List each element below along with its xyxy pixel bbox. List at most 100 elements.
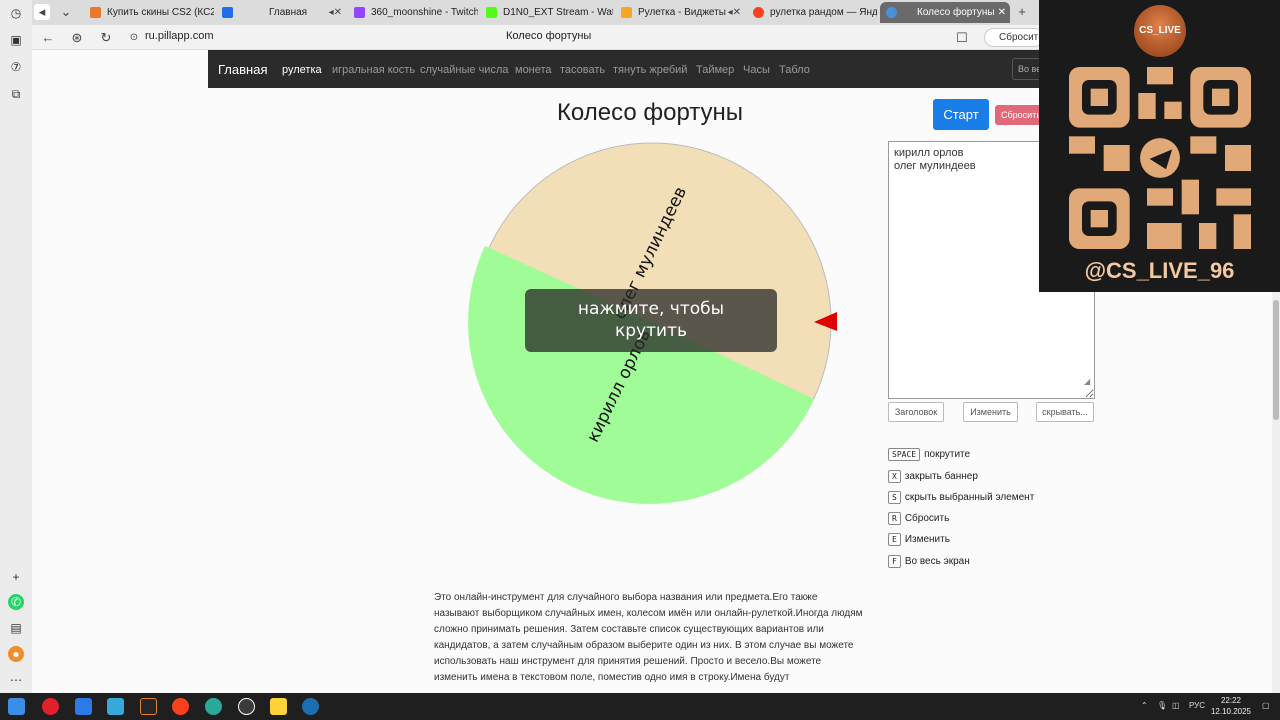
shortcut-close-banner: Xзакрыть баннер <box>888 468 978 484</box>
shortcut-fullscreen: F Во весь экран <box>888 553 970 569</box>
tray-chevron-icon[interactable]: ⌃ <box>1141 701 1148 710</box>
protect-icon[interactable]: ⊛ <box>69 30 85 46</box>
start-button[interactable]: Старт <box>933 99 989 130</box>
shortcut-label: покрутите <box>924 448 971 460</box>
mic-icon[interactable]: 🎙 <box>1157 701 1167 710</box>
shortcut-hide-item: Sскрыть выбранный элемент <box>888 489 1034 505</box>
tab-skins[interactable]: Купить скины CS2 (КС2) д <box>84 2 214 23</box>
close-icon[interactable]: ✕ <box>998 7 1006 18</box>
edit-button[interactable]: Изменить <box>963 402 1018 422</box>
nav-item-clock[interactable]: Часы <box>743 64 770 76</box>
taskbar-clock[interactable]: 22:22 12.10.2025 <box>1208 695 1254 717</box>
shortcut-label: Сбросить <box>904 512 950 524</box>
tab-sound-icon[interactable]: ◂ <box>34 4 50 20</box>
resize-handle-icon[interactable]: ◢ <box>1084 377 1090 386</box>
shortcut-space: SPACE покрутите <box>888 446 970 462</box>
spin-banner-line1: нажмите, чтобы <box>578 299 724 319</box>
shortcut-label: скрыть выбранный элемент <box>904 491 1035 503</box>
clock-date: 12.10.2025 <box>1210 707 1252 716</box>
obs-icon[interactable] <box>140 698 157 715</box>
tab-favicon <box>90 7 101 18</box>
nav-item-coin[interactable]: монета <box>515 64 552 76</box>
tab-kick-stream[interactable]: D1N0_EXT Stream - Watc <box>480 2 613 23</box>
steam-icon[interactable] <box>302 698 319 715</box>
whatsapp-icon[interactable]: ✆ <box>8 594 24 610</box>
hide-button[interactable]: скрывать... <box>1036 402 1094 422</box>
tab-favicon <box>486 7 497 18</box>
network-icon[interactable]: ◫ <box>1172 701 1180 710</box>
nav-item-draw-lots[interactable]: тянуть жребий <box>613 64 687 76</box>
tab-label: рулетка рандом — Яндек <box>770 7 877 18</box>
number-badge-icon[interactable]: ⑦ <box>8 59 24 75</box>
shortcut-key: S <box>888 490 901 504</box>
nav-item-dice[interactable]: игральная кость <box>332 64 415 76</box>
yandex-browser-icon[interactable] <box>172 698 189 715</box>
tab-strip: ◂ ⌄ Купить скины CS2 (КС2) д Главная ◂✕ … <box>32 0 1040 25</box>
nav-item-roulette[interactable]: рулетка <box>282 64 322 76</box>
scrollbar-thumb[interactable] <box>1273 300 1279 420</box>
nav-item-random-numbers[interactable]: случайные числа <box>420 64 508 76</box>
tab-favicon <box>886 7 897 18</box>
clock-time: 22:22 <box>1220 696 1242 705</box>
tab-favicon <box>621 7 632 18</box>
description-text: Это онлайн-инструмент для случайного выб… <box>434 592 863 683</box>
shortcut-label: закрыть баннер <box>904 470 978 482</box>
shortcut-label: Во весь экран <box>904 555 970 567</box>
opera-icon[interactable] <box>42 698 59 715</box>
url-field[interactable]: ru.pillapp.com <box>145 30 213 42</box>
shortcut-key: SPACE <box>888 447 921 461</box>
taskbar: ⌃ 🎙 ◫ РУС 22:22 12.10.2025 ▢ <box>0 693 1280 720</box>
header-button[interactable]: Заголовок <box>888 402 944 422</box>
reload-icon[interactable]: ↻ <box>98 30 114 46</box>
bookmark-icon[interactable]: ☐ <box>954 30 970 46</box>
shortcut-reset: R Сбросить <box>888 510 949 526</box>
add-panel-icon[interactable]: + <box>8 569 24 585</box>
tab-roulette-widgets[interactable]: Рулетка - Виджеты ◂✕ <box>615 2 745 23</box>
tab-wheel-of-fortune[interactable]: Колесо фортуны ✕ <box>880 2 1010 23</box>
shortcut-edit: E Изменить <box>888 531 950 547</box>
site-info-icon[interactable]: ⊙ <box>126 30 142 46</box>
nav-item-shuffle[interactable]: тасовать <box>560 64 605 76</box>
tab-twitch-moonshine[interactable]: 360_moonshine - Twitch <box>348 2 478 23</box>
tab-label: Колесо фортуны <box>917 7 995 18</box>
new-tab-icon[interactable]: + <box>1014 4 1030 20</box>
shortcut-key: F <box>888 554 901 568</box>
close-icon[interactable]: ◂✕ <box>728 7 741 18</box>
tab-label: Рулетка - Виджеты <box>638 7 726 18</box>
history-icon[interactable]: ◷ <box>8 5 24 21</box>
reset-pill-button[interactable]: Сбросить <box>984 28 1044 47</box>
tab-label: Купить скины CS2 (КС2) д <box>107 7 214 18</box>
kick-icon[interactable] <box>270 698 287 715</box>
channel-logo: CS_LIVE <box>1134 5 1186 57</box>
spin-banner-line2: крутить <box>615 321 687 341</box>
collections-icon[interactable]: ▣ <box>8 32 24 48</box>
tab-home[interactable]: Главная ◂✕ <box>216 2 346 23</box>
remote-desktop-icon[interactable] <box>75 698 92 715</box>
qr-code <box>1069 67 1251 249</box>
messenger-icon[interactable] <box>205 698 222 715</box>
back-icon[interactable]: ← <box>40 30 56 46</box>
screenshot-icon[interactable]: ⧉ <box>8 86 24 102</box>
site-brand-link[interactable]: Главная <box>218 62 267 77</box>
notifications-icon[interactable]: ▢ <box>1262 701 1270 710</box>
gallery-icon[interactable]: ▤ <box>8 620 24 636</box>
app-icon[interactable]: ● <box>8 646 24 662</box>
language-indicator[interactable]: РУС <box>1189 701 1205 710</box>
tab-favicon <box>222 7 233 18</box>
tab-yandex-search[interactable]: рулетка рандом — Яндек <box>747 2 877 23</box>
tab-label: 360_moonshine - Twitch <box>371 7 478 18</box>
shortcut-label: Изменить <box>904 533 950 545</box>
wheel-of-fortune[interactable]: олег мулиндеев кирилл орлов нажмите, что… <box>464 138 844 508</box>
tab-label: D1N0_EXT Stream - Watc <box>503 7 613 18</box>
tab-mute-icon[interactable]: ◂✕ <box>329 7 342 18</box>
stream-overlay: CS_LIVE @CS_LIVE_96 <box>1039 0 1280 292</box>
monitor-icon[interactable] <box>107 698 124 715</box>
more-icon[interactable]: ⋯ <box>8 672 24 688</box>
start-menu-icon[interactable] <box>8 698 25 715</box>
chatgpt-icon[interactable] <box>238 698 255 715</box>
tab-label: Главная <box>269 7 308 18</box>
nav-item-scoreboard[interactable]: Табло <box>779 64 810 76</box>
tab-list-chevron-icon[interactable]: ⌄ <box>58 4 74 20</box>
wheel-title: Колесо фортуны <box>556 99 744 126</box>
nav-item-timer[interactable]: Таймер <box>696 64 734 76</box>
